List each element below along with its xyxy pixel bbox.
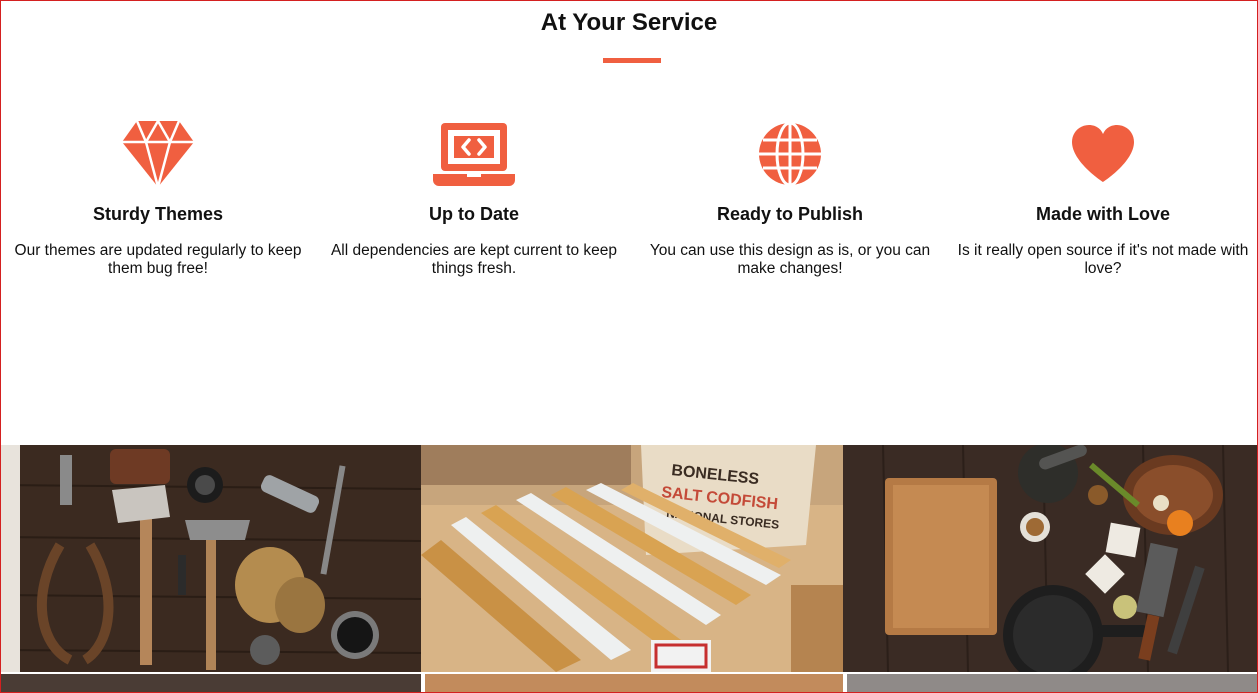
gallery-row2-photo-1[interactable] (0, 674, 421, 693)
service-up-to-date: Up to Date All dependencies are kept cur… (316, 120, 632, 278)
service-title: Sturdy Themes (92, 204, 224, 224)
diamond-icon (0, 120, 316, 188)
globe-icon (632, 120, 948, 188)
service-made-with-love: Made with Love Is it really open source … (948, 120, 1258, 278)
service-title: Made with Love (1035, 204, 1170, 224)
service-text: Our themes are updated regularly to keep… (14, 242, 302, 277)
services-section: At Your Service Sturdy Themes Our themes… (0, 0, 1258, 445)
kitchen-photo[interactable] (843, 445, 1258, 672)
service-title: Up to Date (429, 204, 519, 224)
service-text: Is it really open source if it's not mad… (957, 242, 1249, 277)
gallery-row2-photo-3[interactable] (847, 674, 1258, 693)
service-title: Ready to Publish (716, 204, 864, 224)
section-title: At Your Service (540, 9, 718, 36)
title-divider (603, 58, 661, 63)
tools-photo[interactable] (0, 445, 421, 672)
service-text: All dependencies are kept current to kee… (330, 242, 618, 277)
services-row: Sturdy Themes Our themes are updated reg… (0, 120, 1258, 278)
laptop-code-icon (316, 120, 632, 188)
rulers-photo[interactable]: BONELESS SALT CODFISH NATIONAL STORES (421, 445, 843, 672)
service-text: You can use this design as is, or you ca… (649, 242, 931, 277)
gallery-row2-photo-2[interactable] (425, 674, 843, 693)
service-sturdy-themes: Sturdy Themes Our themes are updated reg… (0, 120, 316, 278)
service-ready-to-publish: Ready to Publish You can use this design… (632, 120, 948, 278)
heart-icon (948, 120, 1258, 188)
portfolio-gallery: BONELESS SALT CODFISH NATIONAL STORES (0, 445, 1258, 693)
